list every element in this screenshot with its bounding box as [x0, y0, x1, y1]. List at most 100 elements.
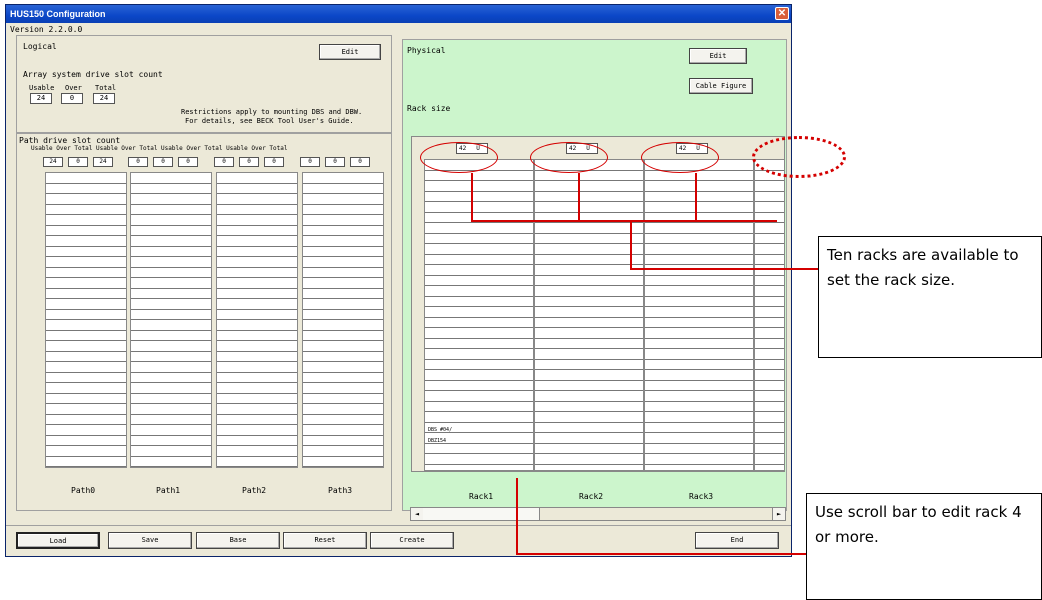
grid-row[interactable] [755, 454, 784, 465]
grid-row[interactable] [131, 352, 211, 362]
grid-row[interactable] [755, 234, 784, 244]
path-value-field[interactable]: 0 [300, 157, 320, 167]
path-value-field[interactable]: 0 [214, 157, 234, 167]
grid-row[interactable] [303, 278, 383, 289]
grid-row[interactable] [131, 278, 211, 289]
grid-row[interactable] [46, 194, 126, 205]
logical-edit-button[interactable]: Edit [319, 44, 381, 60]
grid-row[interactable] [755, 339, 784, 349]
grid-row[interactable] [535, 181, 643, 192]
grid-row[interactable] [645, 244, 753, 255]
grid-row[interactable] [131, 383, 211, 394]
grid-row[interactable] [535, 349, 643, 360]
grid-row[interactable] [217, 299, 297, 310]
grid-row[interactable] [535, 223, 643, 234]
grid-row[interactable] [303, 226, 383, 236]
path-value-field[interactable]: 0 [128, 157, 148, 167]
grid-row[interactable] [46, 457, 126, 467]
grid-row[interactable] [46, 404, 126, 415]
grid-row[interactable] [131, 289, 211, 299]
grid-row[interactable] [645, 276, 753, 286]
grid-row[interactable] [46, 436, 126, 446]
reset-button[interactable]: Reset [283, 532, 367, 549]
grid-row[interactable] [645, 360, 753, 370]
grid-row[interactable] [131, 394, 211, 404]
path-value-field[interactable]: 0 [153, 157, 173, 167]
grid-row[interactable] [425, 370, 533, 381]
over-field[interactable]: 0 [61, 93, 83, 104]
grid-row[interactable] [535, 444, 643, 454]
total-field[interactable]: 24 [93, 93, 115, 104]
grid-row[interactable] [131, 194, 211, 205]
grid-row[interactable] [425, 328, 533, 339]
path-value-field[interactable]: 0 [325, 157, 345, 167]
grid-row[interactable] [425, 318, 533, 328]
load-button[interactable]: Load [16, 532, 100, 549]
grid-row[interactable] [425, 360, 533, 370]
grid-row[interactable] [217, 446, 297, 457]
grid-row[interactable] [645, 192, 753, 202]
grid-row[interactable] [425, 412, 533, 423]
grid-row[interactable] [217, 352, 297, 362]
grid-row[interactable] [46, 310, 126, 320]
grid-row[interactable] [425, 444, 533, 454]
grid-row[interactable] [425, 171, 533, 181]
grid-row[interactable] [217, 341, 297, 352]
grid-row[interactable] [535, 412, 643, 423]
grid-row[interactable] [131, 320, 211, 331]
grid-row[interactable] [217, 383, 297, 394]
grid-row[interactable] [645, 433, 753, 444]
grid-row[interactable] [303, 362, 383, 373]
grid-row[interactable] [425, 234, 533, 244]
grid-row[interactable] [645, 402, 753, 412]
grid-row[interactable] [131, 331, 211, 341]
grid-row[interactable] [131, 215, 211, 226]
close-icon[interactable]: ✕ [775, 7, 789, 20]
grid-row[interactable] [755, 307, 784, 318]
grid-row[interactable] [425, 307, 533, 318]
grid-row[interactable] [131, 404, 211, 415]
grid-row[interactable] [645, 349, 753, 360]
grid-row[interactable] [535, 454, 643, 465]
base-button[interactable]: Base [196, 532, 280, 549]
grid-row[interactable] [46, 425, 126, 436]
grid-row[interactable] [46, 362, 126, 373]
grid-row[interactable] [755, 349, 784, 360]
grid-row[interactable] [217, 394, 297, 404]
grid-row[interactable] [645, 181, 753, 192]
grid-row[interactable] [303, 436, 383, 446]
grid-row[interactable] [645, 202, 753, 213]
grid-row[interactable] [535, 265, 643, 276]
grid-row[interactable] [535, 234, 643, 244]
grid-row[interactable] [303, 184, 383, 194]
grid-row[interactable] [755, 360, 784, 370]
grid-row[interactable] [46, 383, 126, 394]
grid-row[interactable] [131, 247, 211, 257]
grid-row[interactable] [425, 265, 533, 276]
scroll-right-arrow[interactable]: ► [772, 508, 785, 520]
create-button[interactable]: Create [370, 532, 454, 549]
grid-row[interactable] [535, 391, 643, 402]
grid-row[interactable] [217, 184, 297, 194]
grid-row[interactable] [217, 278, 297, 289]
grid-row[interactable] [46, 226, 126, 236]
grid-row[interactable] [645, 391, 753, 402]
grid-row[interactable] [131, 184, 211, 194]
grid-row[interactable] [46, 278, 126, 289]
grid-row[interactable] [645, 370, 753, 381]
grid-row[interactable] [755, 181, 784, 192]
grid-row[interactable] [535, 339, 643, 349]
path-value-field[interactable]: 0 [68, 157, 88, 167]
grid-row[interactable] [131, 457, 211, 467]
grid-row[interactable] [46, 205, 126, 215]
grid-row[interactable] [425, 223, 533, 234]
grid-row[interactable] [645, 328, 753, 339]
grid-row[interactable] [303, 257, 383, 268]
grid-row[interactable] [217, 331, 297, 341]
grid-row[interactable] [645, 454, 753, 465]
grid-row[interactable] [645, 234, 753, 244]
grid-row[interactable] [217, 268, 297, 278]
grid-row[interactable] [303, 425, 383, 436]
grid-row[interactable] [645, 286, 753, 297]
grid-row[interactable] [645, 255, 753, 265]
